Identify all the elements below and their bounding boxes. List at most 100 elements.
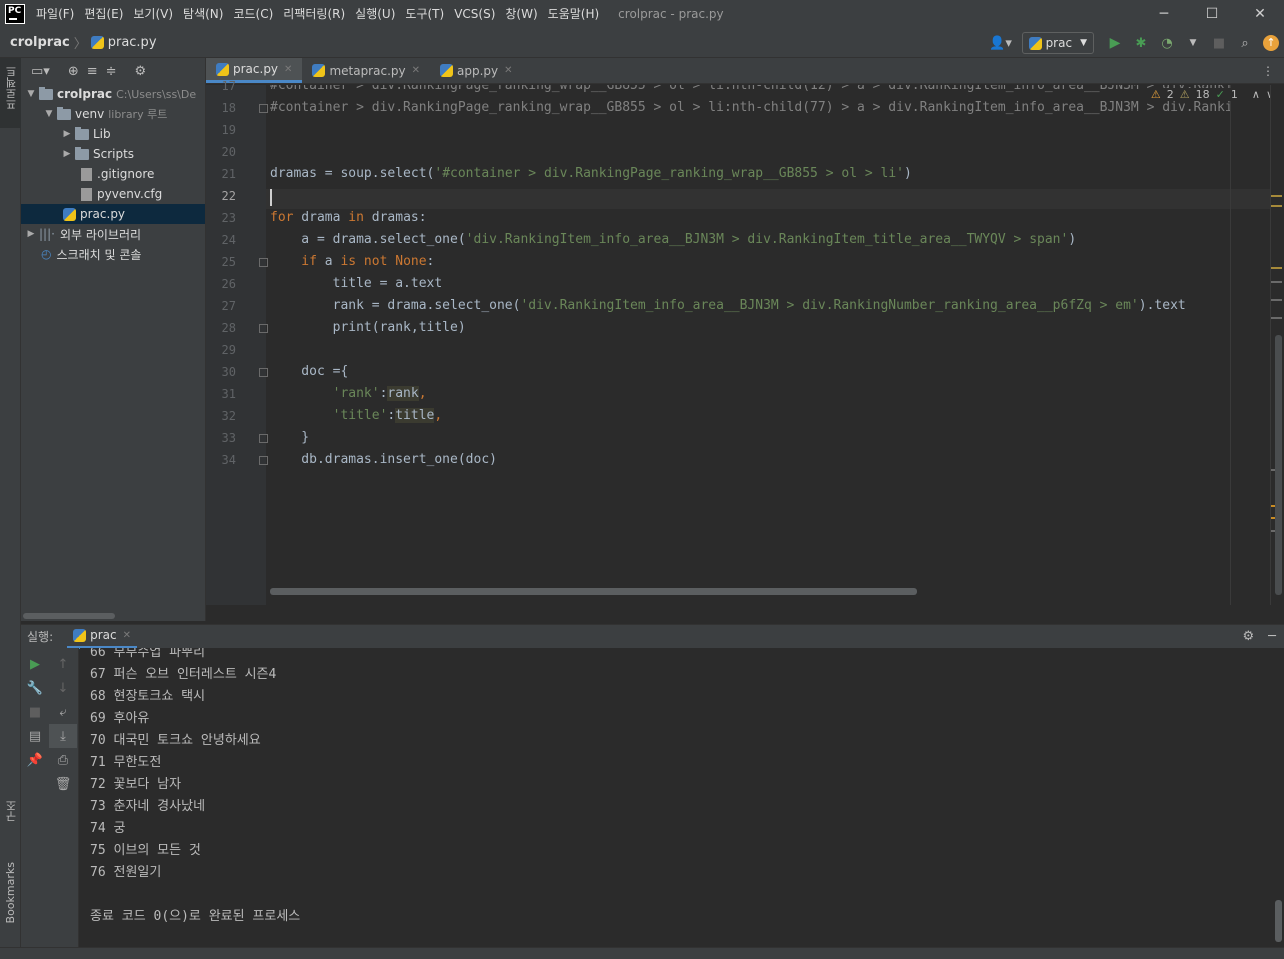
breadcrumb-file[interactable]: prac.py [108, 35, 157, 50]
weak-warning-count: 18 [1195, 88, 1210, 101]
console-line: 72 꽃보다 남자 [90, 777, 182, 792]
stop-icon[interactable]: ■ [1206, 30, 1232, 56]
tab-app[interactable]: app.py ✕ [430, 58, 523, 83]
stripe-mark[interactable] [1271, 299, 1282, 301]
menu-view[interactable]: 보기(V) [128, 0, 178, 28]
menu-tools[interactable]: 도구(T) [400, 0, 449, 28]
trash-icon[interactable]: 🗑 [49, 772, 77, 796]
down-arrow-icon[interactable]: ↓ [49, 676, 77, 700]
tree-item-venv[interactable]: ▼ venv library 루트 [21, 104, 205, 124]
run-tab-prac[interactable]: prac ✕ [67, 625, 138, 649]
breadcrumb-project[interactable]: crolprac [10, 35, 70, 50]
stripe-mark[interactable] [1271, 317, 1282, 319]
menu-help[interactable]: 도움말(H) [543, 0, 605, 28]
menu-vcs[interactable]: VCS(S) [449, 0, 500, 28]
collapse-all-icon[interactable]: ≑ [106, 64, 117, 79]
warning-count: 2 [1166, 88, 1174, 101]
hide-panel-icon[interactable]: ─ [1268, 629, 1276, 644]
pycharm-logo-icon: PC [5, 4, 25, 24]
wrench-icon[interactable]: 🔧 [21, 676, 49, 700]
warning-icon: ⚠ [1150, 88, 1161, 101]
console-scrollbar[interactable] [1275, 900, 1282, 942]
fold-marker-icon[interactable] [259, 324, 268, 333]
stripe-mark[interactable] [1271, 267, 1282, 269]
scroll-to-end-icon[interactable]: ⤓ [49, 724, 77, 748]
project-tool-tab[interactable]: 프로젝트 [4, 66, 20, 110]
code-line-33: } [270, 430, 310, 445]
stripe-mark[interactable] [1271, 281, 1282, 283]
minimize-button[interactable]: ─ [1140, 0, 1188, 28]
previous-highlight-icon[interactable]: ∧ [1252, 88, 1260, 101]
tree-item-scratches[interactable]: ◴ 스크래치 및 콘솔 [21, 244, 205, 264]
more-run-options-icon[interactable]: ▼ [1180, 30, 1206, 56]
left-tool-strip: 프로젝트 구조 Bookmarks [0, 58, 21, 947]
menu-window[interactable]: 창(W) [500, 0, 542, 28]
editor-tabs: prac.py ✕ metaprac.py ✕ app.py ✕ ⋮ [206, 58, 1284, 84]
tree-item-lib[interactable]: ▶ Lib [21, 124, 205, 144]
scratch-icon: ◴ [41, 247, 52, 261]
code-area[interactable]: #container > div.RankingPage_ranking_wra… [270, 85, 1230, 605]
search-icon[interactable]: ⌕ [1232, 30, 1258, 56]
menu-file[interactable]: 파일(F) [31, 0, 79, 28]
gear-icon[interactable]: ⚙ [135, 64, 147, 79]
menu-navigate[interactable]: 탐색(N) [178, 0, 228, 28]
tree-item-gitignore[interactable]: .gitignore [21, 164, 205, 184]
layout-icon[interactable]: ▤ [21, 724, 49, 748]
close-tab-icon[interactable]: ✕ [504, 65, 512, 76]
maximize-button[interactable]: ☐ [1188, 0, 1236, 28]
project-horizontal-scrollbar[interactable] [23, 613, 115, 619]
menu-code[interactable]: 코드(C) [228, 0, 278, 28]
stop-icon[interactable]: ■ [21, 700, 49, 724]
stripe-mark[interactable] [1271, 195, 1282, 197]
user-icon[interactable]: 👤▾ [988, 30, 1014, 56]
tab-metaprac[interactable]: metaprac.py ✕ [302, 58, 430, 83]
coverage-icon[interactable]: ◔ [1154, 30, 1180, 56]
bookmarks-tool-tab[interactable]: Bookmarks [4, 862, 17, 923]
run-config-select[interactable]: prac ▼ [1021, 32, 1094, 54]
code-line-26: title = a.text [270, 276, 443, 291]
pin-icon[interactable]: 📌 [21, 748, 49, 772]
view-mode-icon[interactable]: ▭▾ [31, 64, 50, 79]
error-stripe[interactable] [1270, 85, 1284, 605]
tree-item-pyvenv[interactable]: pyvenv.cfg [21, 184, 205, 204]
print-icon[interactable]: ⎙ [49, 748, 77, 772]
up-arrow-icon[interactable]: ↑ [49, 652, 77, 676]
tree-item-external-libraries[interactable]: ▶ |||· 외부 라이브러리 [21, 224, 205, 244]
fold-marker-icon[interactable] [259, 258, 268, 267]
gear-icon[interactable]: ⚙ [1243, 629, 1255, 644]
menu-edit[interactable]: 편집(E) [79, 0, 128, 28]
close-tab-icon[interactable]: ✕ [123, 630, 131, 641]
fold-marker-icon[interactable] [259, 368, 268, 377]
rerun-icon[interactable]: ▶ [21, 652, 49, 676]
console-output[interactable]: 66 부부수업 파뿌리 67 퍼슨 오브 인터레스트 시즌4 68 현장토크쇼 … [80, 648, 1274, 947]
menu-refactor[interactable]: 리팩터링(R) [278, 0, 350, 28]
structure-tool-tab[interactable]: 구조 [4, 800, 20, 822]
code-line-34: db.dramas.insert_one(doc) [270, 452, 497, 467]
folder-icon [75, 146, 89, 160]
update-icon[interactable]: ↑ [1258, 30, 1284, 56]
tree-item-prac[interactable]: prac.py [21, 204, 205, 224]
fold-marker-icon[interactable] [259, 456, 268, 465]
locate-icon[interactable]: ⊕ [68, 64, 79, 79]
console-line: 70 대국민 토크쇼 안녕하세요 [90, 733, 261, 748]
expand-all-icon[interactable]: ≡ [87, 64, 98, 79]
tree-item-root[interactable]: ▼ crolprac C:\Users\ss\De [21, 84, 205, 104]
stripe-mark[interactable] [1271, 205, 1282, 207]
menu-run[interactable]: 실행(U) [350, 0, 400, 28]
tree-item-scripts[interactable]: ▶ Scripts [21, 144, 205, 164]
close-window-button[interactable]: ✕ [1236, 0, 1284, 28]
editor-horizontal-scrollbar[interactable] [270, 588, 917, 595]
project-panel: ▭▾ ⊕ ≡ ≑ ⚙ ▼ crolprac C:\Users\ss\De ▼ v… [21, 58, 206, 621]
fold-marker-icon[interactable] [259, 104, 268, 113]
run-icon[interactable]: ▶ [1102, 30, 1128, 56]
code-line-18: #container > div.RankingPage_ranking_wra… [270, 100, 1230, 115]
chevron-down-icon: ▼ [27, 89, 35, 99]
inspection-widget[interactable]: ⚠2 ⚠18 ✓1 ∧ ∨ [1148, 88, 1276, 101]
debug-icon[interactable]: ✱ [1128, 30, 1154, 56]
close-tab-icon[interactable]: ✕ [284, 64, 292, 75]
soft-wrap-icon[interactable]: ⤶ [49, 700, 77, 724]
more-tabs-icon[interactable]: ⋮ [1252, 58, 1284, 83]
fold-marker-icon[interactable] [259, 434, 268, 443]
close-tab-icon[interactable]: ✕ [412, 65, 420, 76]
editor-vertical-scrollbar[interactable] [1275, 335, 1282, 595]
